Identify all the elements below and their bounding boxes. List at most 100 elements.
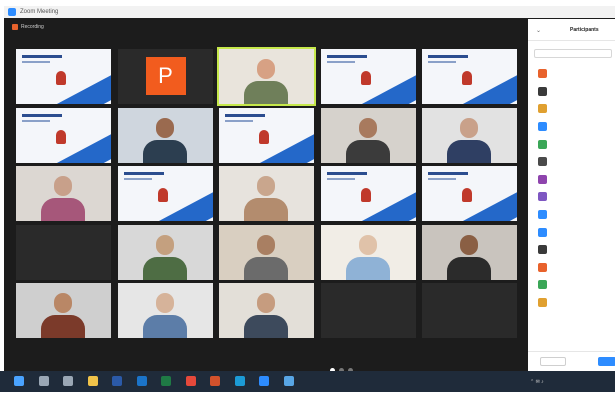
explorer-icon[interactable] — [87, 376, 98, 386]
participant-video-tile[interactable] — [320, 283, 416, 338]
participant-video-tile[interactable] — [219, 166, 314, 221]
person-silhouette-head — [54, 293, 72, 313]
start-icon[interactable] — [14, 376, 24, 386]
participant-list-item[interactable] — [528, 188, 615, 206]
slide-title-bar — [22, 55, 62, 58]
title-bar: Zoom Meeting — [4, 6, 615, 18]
person-silhouette-body — [345, 139, 390, 163]
avatar — [538, 280, 547, 290]
participant-list-item[interactable] — [528, 206, 615, 224]
slide-logo-icon — [360, 188, 371, 202]
participant-video-tile[interactable] — [219, 283, 314, 338]
shared-slide-thumbnail — [219, 107, 314, 163]
store-icon[interactable] — [283, 376, 294, 386]
person-silhouette-body — [447, 256, 491, 280]
avatar — [538, 192, 547, 202]
search-icon[interactable] — [38, 376, 49, 386]
person-silhouette-head — [460, 117, 478, 138]
participant-video-tile[interactable] — [422, 49, 517, 104]
participant-video-tile[interactable] — [117, 283, 213, 338]
participant-video-tile[interactable] — [422, 283, 517, 338]
participant-video-tile[interactable] — [117, 224, 213, 280]
task-view-icon[interactable] — [63, 376, 73, 386]
person-silhouette-body — [244, 256, 288, 280]
slide-logo-icon — [56, 129, 66, 144]
avatar — [538, 104, 547, 114]
participant-list-item[interactable] — [528, 259, 615, 277]
participant-video-tile[interactable] — [16, 49, 111, 104]
slide-logo-icon — [462, 71, 472, 85]
avatar — [538, 157, 547, 167]
participant-video-tile[interactable] — [320, 107, 416, 163]
person-silhouette-head — [257, 234, 275, 255]
slide-subtitle-bar — [326, 178, 355, 180]
zoom-app-icon — [8, 8, 16, 16]
participant-search-input[interactable] — [534, 49, 612, 58]
slide-title-bar — [326, 55, 367, 58]
avatar — [538, 139, 547, 149]
slide-subtitle-bar — [428, 178, 456, 180]
participant-video-tile[interactable] — [219, 224, 314, 280]
participant-list-item[interactable] — [528, 294, 615, 312]
participant-video-tile[interactable] — [117, 166, 213, 221]
participant-video-tile[interactable] — [16, 224, 111, 280]
person-silhouette-body — [345, 256, 390, 280]
participant-list-item[interactable] — [528, 135, 615, 153]
participant-list-item[interactable] — [528, 83, 615, 101]
word-icon[interactable] — [112, 376, 122, 386]
blue-action-button[interactable] — [598, 357, 615, 366]
edge-icon[interactable] — [234, 376, 245, 386]
slide-subtitle-bar — [123, 178, 152, 180]
participant-video-tile[interactable] — [16, 107, 111, 163]
participant-video-tile[interactable] — [422, 107, 517, 163]
person-silhouette-head — [257, 176, 275, 196]
shared-slide-thumbnail — [16, 49, 111, 104]
outlook-icon[interactable] — [136, 376, 147, 386]
invite-button[interactable] — [540, 357, 566, 366]
person-silhouette-body — [41, 315, 85, 338]
slide-subtitle-bar — [225, 119, 253, 122]
participant-list-item[interactable] — [528, 153, 615, 171]
participant-video-tile[interactable] — [117, 107, 213, 163]
participants-title: Participants — [570, 27, 599, 33]
participant-video-tile[interactable] — [422, 166, 517, 221]
chevron-down-icon[interactable]: ⌄ — [536, 27, 541, 34]
excel-icon[interactable] — [161, 376, 171, 386]
participants-panel: ⌄ Participants — [528, 19, 615, 371]
participant-list-item[interactable] — [528, 241, 615, 259]
slide-subtitle-bar — [428, 61, 456, 63]
recording-indicator[interactable]: Recording — [12, 24, 44, 30]
participant-list-item[interactable] — [528, 276, 615, 294]
participant-video-tile[interactable] — [16, 166, 111, 221]
avatar — [538, 69, 547, 79]
person-silhouette-body — [142, 139, 187, 163]
participant-video-tile[interactable] — [422, 224, 517, 280]
participant-list-item[interactable] — [528, 100, 615, 118]
slide-title-bar — [326, 172, 367, 175]
slide-subtitle-bar — [22, 119, 50, 122]
participant-video-tile[interactable] — [320, 224, 416, 280]
participant-video-tile[interactable] — [219, 107, 314, 163]
shared-slide-thumbnail — [422, 166, 517, 221]
person-silhouette-body — [244, 81, 288, 104]
zoom-icon[interactable] — [259, 376, 269, 386]
participant-video-tile[interactable] — [320, 166, 416, 221]
participant-list-item[interactable] — [528, 65, 615, 83]
system-tray[interactable]: ⌃ ✉ ♪ — [530, 379, 544, 385]
person-silhouette-head — [358, 234, 377, 255]
participant-list-item[interactable] — [528, 223, 615, 241]
participant-video-tile[interactable]: P — [117, 49, 213, 104]
powerpoint-icon[interactable] — [210, 376, 220, 386]
chrome-icon[interactable] — [185, 376, 196, 386]
participant-video-tile[interactable] — [217, 47, 316, 106]
participant-video-tile[interactable] — [320, 49, 416, 104]
slide-logo-icon — [462, 188, 472, 202]
person-silhouette-body — [142, 256, 187, 280]
shared-slide-thumbnail — [117, 166, 213, 221]
participant-list-item[interactable] — [528, 118, 615, 136]
participant-list-item[interactable] — [528, 171, 615, 189]
slide-title-bar — [22, 113, 62, 117]
person-silhouette-head — [155, 117, 174, 138]
participant-list — [528, 65, 615, 311]
participant-video-tile[interactable] — [16, 283, 111, 338]
